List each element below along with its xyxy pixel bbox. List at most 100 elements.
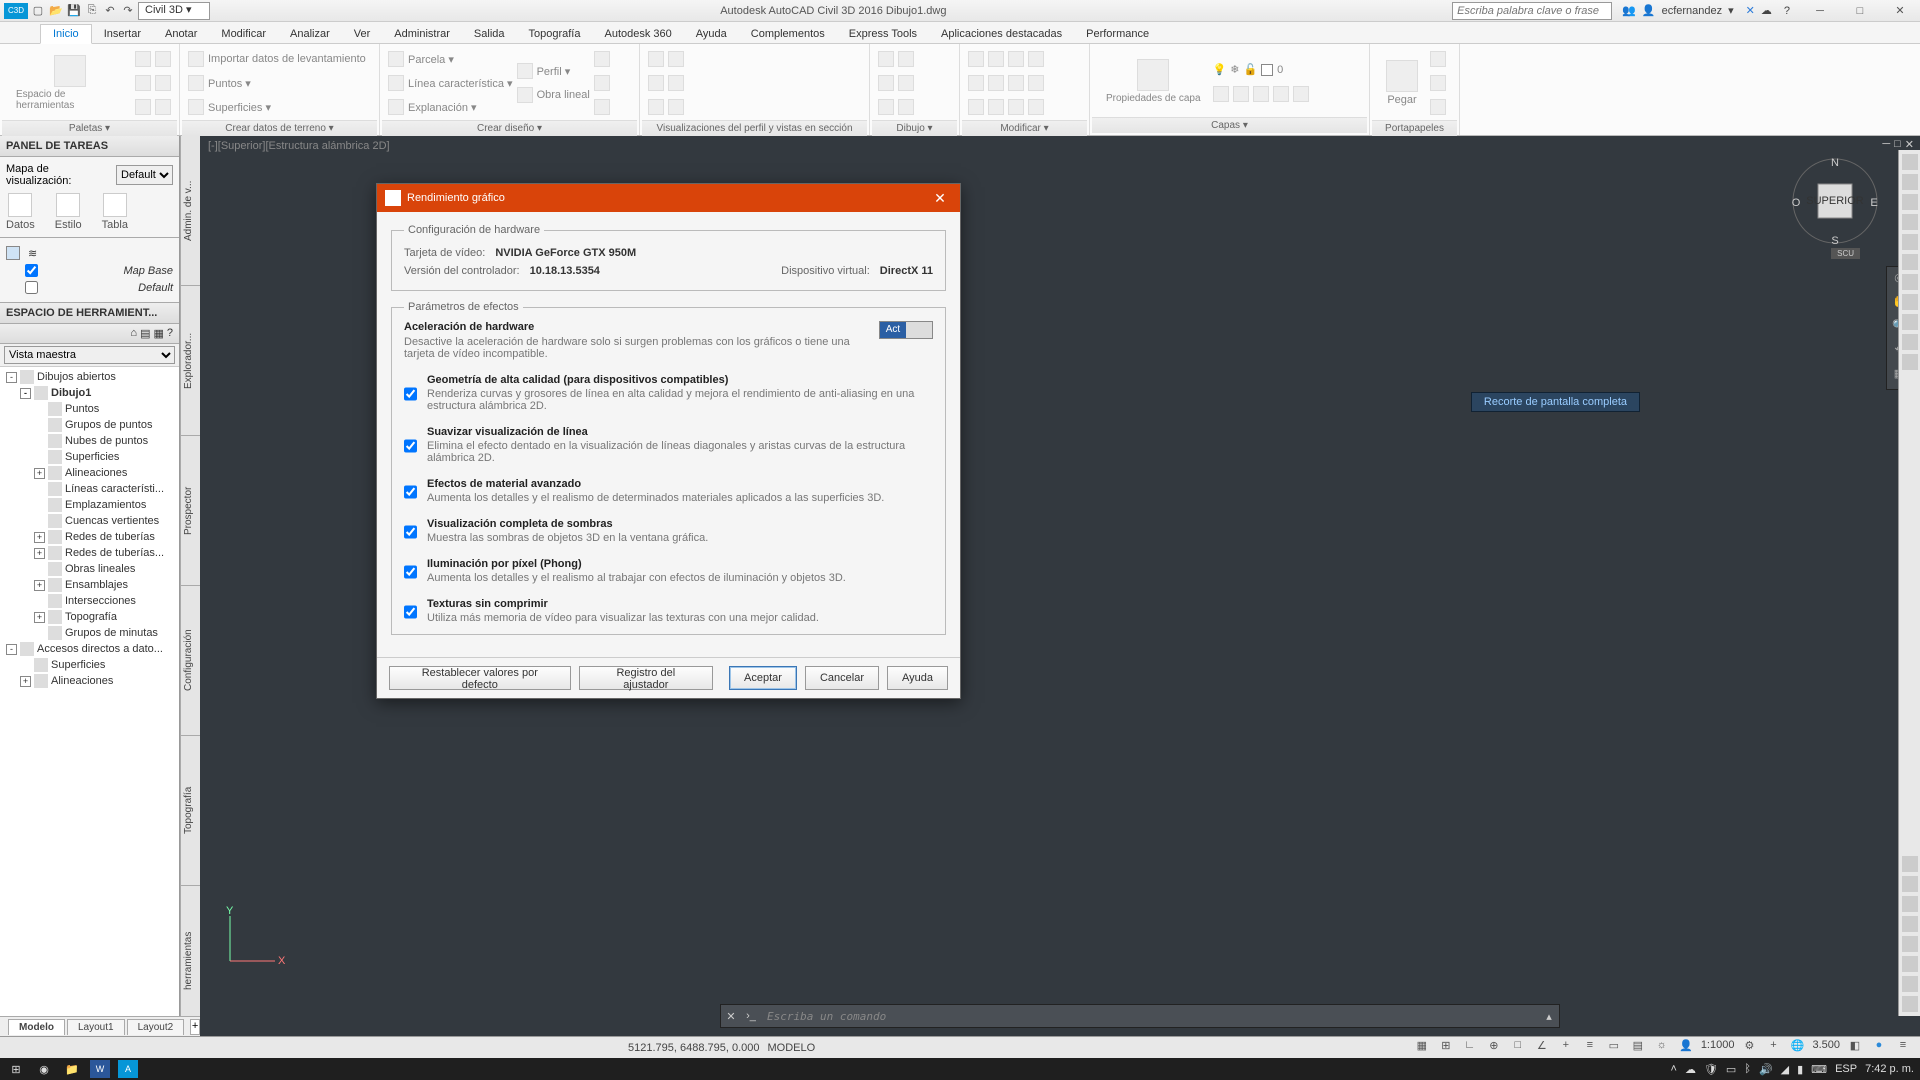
- offset-icon[interactable]: [988, 99, 1004, 115]
- ribbon-tab-performance[interactable]: Performance: [1074, 25, 1161, 43]
- scale-icon[interactable]: [1008, 75, 1024, 91]
- ribbon-tab-complementos[interactable]: Complementos: [739, 25, 837, 43]
- tool-icon[interactable]: [1233, 86, 1249, 102]
- tool-icon[interactable]: [1213, 86, 1229, 102]
- start-button[interactable]: ⊞: [6, 1060, 26, 1078]
- tool-icon[interactable]: [1253, 86, 1269, 102]
- side-tab-topograf-a[interactable]: Topografía: [181, 736, 200, 886]
- person-icon[interactable]: 👤: [1677, 1039, 1695, 1057]
- tool-icon[interactable]: [898, 99, 914, 115]
- maximize-button[interactable]: □: [1840, 0, 1880, 22]
- explode-icon[interactable]: [1008, 99, 1024, 115]
- tree-expander[interactable]: +: [34, 580, 45, 591]
- plus-icon[interactable]: +: [1764, 1039, 1782, 1057]
- tree-expander[interactable]: +: [20, 676, 31, 687]
- tool-icon[interactable]: [1902, 354, 1918, 370]
- ribbon-item[interactable]: Importar datos de levantamiento: [188, 48, 366, 70]
- tuner-log-button[interactable]: Registro del ajustador: [579, 666, 713, 690]
- ribbon-tab-express-tools[interactable]: Express Tools: [837, 25, 929, 43]
- a360-icon[interactable]: ☁: [1761, 4, 1772, 17]
- user-badge[interactable]: 👥 👤 ecfernandez ▾ ✕ ☁ ?: [1612, 4, 1800, 17]
- tree-node[interactable]: Superficies: [2, 449, 177, 465]
- copy-icon[interactable]: [1430, 75, 1446, 91]
- ribbon-tab-insertar[interactable]: Insertar: [92, 25, 153, 43]
- panel-title[interactable]: Modificar ▾: [962, 120, 1087, 136]
- undo-icon[interactable]: ↶: [102, 3, 118, 19]
- effect-checkbox[interactable]: [404, 560, 417, 584]
- tree-expander[interactable]: +: [34, 532, 45, 543]
- help-button[interactable]: Ayuda: [887, 666, 948, 690]
- customize-icon[interactable]: ≡: [1894, 1039, 1912, 1057]
- coordinates[interactable]: 5121.795, 6488.795, 0.000: [628, 1042, 760, 1054]
- palette-icon[interactable]: [155, 51, 171, 67]
- hw-accel-toggle[interactable]: Act: [879, 321, 933, 339]
- tool-icon[interactable]: [594, 51, 610, 67]
- cmd-input[interactable]: Escriba un comando: [761, 1010, 1539, 1023]
- effect-checkbox[interactable]: [404, 600, 417, 624]
- tree-node[interactable]: Intersecciones: [2, 593, 177, 609]
- fillet-icon[interactable]: [988, 75, 1004, 91]
- panel-title[interactable]: Paletas ▾: [2, 120, 177, 136]
- snap-icon[interactable]: ⊞: [1437, 1039, 1455, 1057]
- bluetooth-icon[interactable]: ᛒ: [1744, 1063, 1751, 1075]
- tareas-col-datos[interactable]: Datos: [6, 193, 35, 231]
- save-icon[interactable]: 💾: [66, 3, 82, 19]
- tree-expander[interactable]: -: [6, 644, 17, 655]
- paste-button[interactable]: Pegar: [1378, 56, 1426, 110]
- tree-node[interactable]: +Alineaciones: [2, 673, 177, 689]
- panel-title[interactable]: Crear datos de terreno ▾: [182, 120, 377, 136]
- layout-tab-modelo[interactable]: Modelo: [8, 1019, 65, 1035]
- ok-button[interactable]: Aceptar: [729, 666, 797, 690]
- tool-icon[interactable]: [1273, 86, 1289, 102]
- battery-icon[interactable]: ▮: [1797, 1063, 1803, 1076]
- dialog-close-button[interactable]: ✕: [928, 186, 952, 210]
- palette-icon[interactable]: [155, 75, 171, 91]
- layer-row[interactable]: Default: [6, 279, 173, 296]
- tool-icon[interactable]: [1902, 976, 1918, 992]
- language-indicator[interactable]: ESP: [1835, 1063, 1857, 1075]
- saveas-icon[interactable]: ⎘: [84, 3, 100, 19]
- tool-icon[interactable]: [1902, 996, 1918, 1012]
- tree-expander[interactable]: +: [34, 612, 45, 623]
- onedrive-icon[interactable]: ☁: [1685, 1063, 1696, 1076]
- palette-icon[interactable]: [135, 51, 151, 67]
- globe-icon[interactable]: 🌐: [1788, 1039, 1806, 1057]
- ribbon-item[interactable]: Línea característica ▾: [388, 72, 513, 94]
- line-icon[interactable]: [878, 51, 894, 67]
- grid-icon[interactable]: ▦: [1413, 1039, 1431, 1057]
- tool-icon[interactable]: [1902, 956, 1918, 972]
- toolspace-button[interactable]: Espacio de herramientas: [8, 51, 131, 115]
- open-icon[interactable]: 📂: [48, 3, 64, 19]
- ribbon-tab-autodesk-360[interactable]: Autodesk 360: [592, 25, 683, 43]
- circle-icon[interactable]: [878, 75, 894, 91]
- tool-icon[interactable]: [1293, 86, 1309, 102]
- otrack-icon[interactable]: ∠: [1533, 1039, 1551, 1057]
- chrome-icon[interactable]: ◉: [34, 1060, 54, 1078]
- panel-title[interactable]: Crear diseño ▾: [382, 120, 637, 136]
- iso-icon[interactable]: ◧: [1846, 1039, 1864, 1057]
- layer-props-button[interactable]: Propiedades de capa: [1098, 55, 1209, 108]
- tree-node[interactable]: Grupos de puntos: [2, 417, 177, 433]
- effect-checkbox[interactable]: [404, 520, 417, 544]
- tool-icon[interactable]: [1902, 174, 1918, 190]
- layout-tab-layout2[interactable]: Layout2: [127, 1019, 185, 1035]
- polar-icon[interactable]: ⊕: [1485, 1039, 1503, 1057]
- ribbon-item[interactable]: Parcela ▾: [388, 48, 513, 70]
- dialog-titlebar[interactable]: Rendimiento gráfico ✕: [377, 184, 960, 212]
- tool-icon[interactable]: [668, 75, 684, 91]
- add-layout-button[interactable]: +: [190, 1019, 200, 1035]
- tool-icon[interactable]: [1902, 876, 1918, 892]
- side-tab-explorador-[interactable]: Explorador...: [181, 286, 200, 436]
- tree-node[interactable]: Grupos de minutas: [2, 625, 177, 641]
- lock-icon[interactable]: 🔓: [1243, 63, 1257, 76]
- mapa-select[interactable]: Default: [116, 165, 173, 185]
- tareas-col-tabla[interactable]: Tabla: [102, 193, 128, 231]
- hw-accel-status-icon[interactable]: ●: [1870, 1039, 1888, 1057]
- rect-icon[interactable]: [898, 75, 914, 91]
- tool-icon[interactable]: [648, 51, 664, 67]
- autocad-icon[interactable]: A: [118, 1060, 138, 1078]
- tree-node[interactable]: Emplazamientos: [2, 497, 177, 513]
- tool-icon[interactable]: [1902, 254, 1918, 270]
- rotate-icon[interactable]: [1008, 51, 1024, 67]
- ribbon-tab-topografía[interactable]: Topografía: [517, 25, 593, 43]
